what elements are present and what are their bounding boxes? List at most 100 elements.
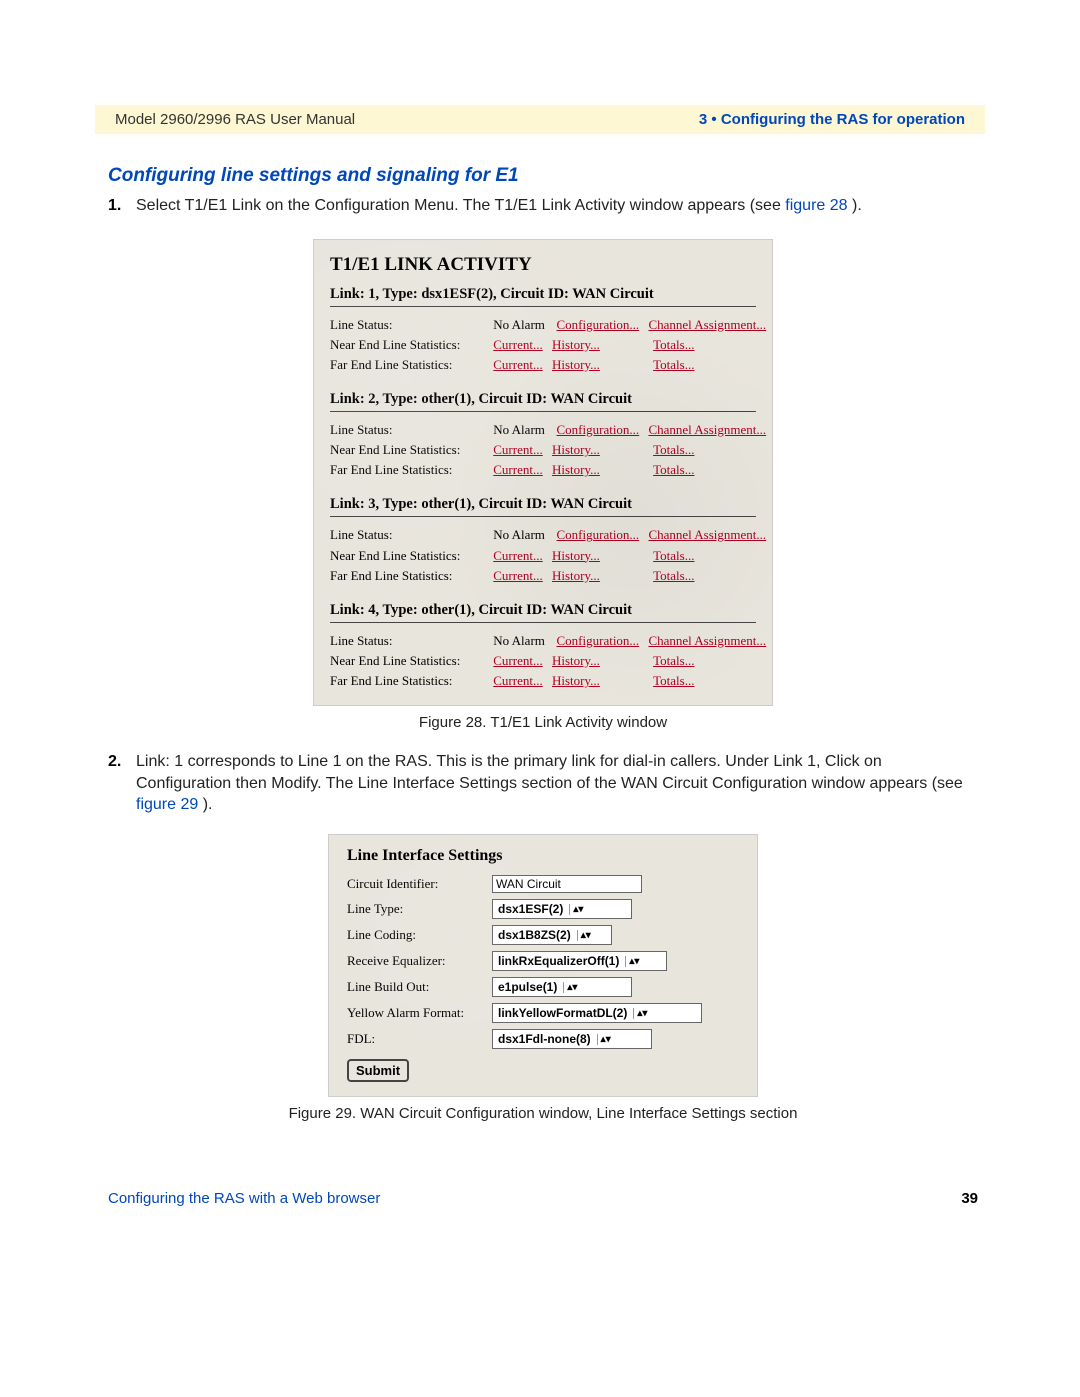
near-end-row: Near End Line Statistics: Current... His… <box>330 335 756 355</box>
current-link[interactable]: Current... <box>493 440 542 460</box>
line-coding-select[interactable]: dsx1B8ZS(2) ▴▾ <box>492 925 612 945</box>
near-end-row: Near End Line Statistics: Current... His… <box>330 546 756 566</box>
figure-29-caption: Figure 29. WAN Circuit Configuration win… <box>108 1105 978 1122</box>
totals-link[interactable]: Totals... <box>653 440 694 460</box>
configuration-link[interactable]: Configuration... <box>557 631 640 651</box>
link-4-block: Link: 4, Type: other(1), Circuit ID: WAN… <box>330 602 756 691</box>
line-build-out-select[interactable]: e1pulse(1) ▴▾ <box>492 977 632 997</box>
current-link[interactable]: Current... <box>493 355 542 375</box>
screen-title: Line Interface Settings <box>347 847 741 865</box>
receive-equalizer-select[interactable]: linkRxEqualizerOff(1) ▴▾ <box>492 951 667 971</box>
fdl-label: FDL: <box>347 1031 492 1047</box>
channel-assignment-link[interactable]: Channel Assignment... <box>648 315 766 335</box>
page-content: Configuring line settings and signaling … <box>108 165 978 1142</box>
current-link[interactable]: Current... <box>493 460 542 480</box>
history-link[interactable]: History... <box>552 546 600 566</box>
figure-29-link[interactable]: figure 29 <box>136 796 198 813</box>
receive-equalizer-row: Receive Equalizer: linkRxEqualizerOff(1)… <box>347 951 741 971</box>
channel-assignment-link[interactable]: Channel Assignment... <box>648 631 766 651</box>
history-link[interactable]: History... <box>552 651 600 671</box>
figure-28-link[interactable]: figure 28 <box>785 197 847 214</box>
current-link[interactable]: Current... <box>493 566 542 586</box>
totals-link[interactable]: Totals... <box>653 460 694 480</box>
totals-link[interactable]: Totals... <box>653 546 694 566</box>
totals-link[interactable]: Totals... <box>653 651 694 671</box>
totals-link[interactable]: Totals... <box>653 355 694 375</box>
far-end-row: Far End Line Statistics: Current... Hist… <box>330 460 756 480</box>
circuit-identifier-input[interactable] <box>492 875 642 893</box>
updown-icon: ▴▾ <box>577 930 589 941</box>
line-status-row: Line Status: No Alarm Configuration... C… <box>330 525 756 545</box>
step-number: 1. <box>108 195 136 217</box>
link-1-block: Link: 1, Type: dsx1ESF(2), Circuit ID: W… <box>330 286 756 375</box>
history-link[interactable]: History... <box>552 335 600 355</box>
current-link[interactable]: Current... <box>493 546 542 566</box>
fdl-row: FDL: dsx1Fdl-none(8) ▴▾ <box>347 1029 741 1049</box>
far-end-label: Far End Line Statistics: <box>330 671 490 691</box>
page-number: 39 <box>961 1190 978 1207</box>
t: Select <box>136 197 185 214</box>
totals-link[interactable]: Totals... <box>653 566 694 586</box>
line-status-value: No Alarm <box>493 315 553 335</box>
t: Link: 1 corresponds to Line 1 on the RAS… <box>136 753 882 770</box>
fdl-select[interactable]: dsx1Fdl-none(8) ▴▾ <box>492 1029 652 1049</box>
history-link[interactable]: History... <box>552 440 600 460</box>
far-end-row: Far End Line Statistics: Current... Hist… <box>330 566 756 586</box>
step-1: 1. Select T1/E1 Link on the Configuratio… <box>108 195 978 217</box>
submit-button[interactable]: Submit <box>347 1059 409 1082</box>
page-footer: Configuring the RAS with a Web browser 3… <box>108 1190 978 1207</box>
line-status-label: Line Status: <box>330 315 490 335</box>
link-1-heading: Link: 1, Type: dsx1ESF(2), Circuit ID: W… <box>330 286 756 307</box>
yellow-alarm-select[interactable]: linkYellowFormatDL(2) ▴▾ <box>492 1003 702 1023</box>
screenshot-t1e1-activity: T1/E1 LINK ACTIVITY Link: 1, Type: dsx1E… <box>313 239 773 707</box>
ui-term: Modify. <box>271 775 326 792</box>
history-link[interactable]: History... <box>552 355 600 375</box>
line-build-out-label: Line Build Out: <box>347 979 492 995</box>
line-type-label: Line Type: <box>347 901 492 917</box>
near-end-label: Near End Line Statistics: <box>330 440 490 460</box>
circuit-identifier-label: Circuit Identifier: <box>347 876 492 892</box>
page-header: Model 2960/2996 RAS User Manual 3 • Conf… <box>95 105 985 134</box>
screen-title: T1/E1 LINK ACTIVITY <box>330 254 756 276</box>
line-build-out-row: Line Build Out: e1pulse(1) ▴▾ <box>347 977 741 997</box>
updown-icon: ▴▾ <box>597 1034 609 1045</box>
configuration-link[interactable]: Configuration... <box>557 525 640 545</box>
totals-link[interactable]: Totals... <box>653 671 694 691</box>
t: ). <box>203 796 213 813</box>
footer-section-title: Configuring the RAS with a Web browser <box>108 1190 380 1207</box>
link-4-heading: Link: 4, Type: other(1), Circuit ID: WAN… <box>330 602 756 623</box>
far-end-row: Far End Line Statistics: Current... Hist… <box>330 671 756 691</box>
near-end-row: Near End Line Statistics: Current... His… <box>330 651 756 671</box>
select-value: e1pulse(1) <box>498 980 557 994</box>
select-value: linkYellowFormatDL(2) <box>498 1006 627 1020</box>
circuit-identifier-row: Circuit Identifier: <box>347 875 741 893</box>
select-value: dsx1B8ZS(2) <box>498 928 571 942</box>
line-status-label: Line Status: <box>330 631 490 651</box>
history-link[interactable]: History... <box>552 566 600 586</box>
history-link[interactable]: History... <box>552 671 600 691</box>
line-status-value: No Alarm <box>493 420 553 440</box>
select-value: dsx1ESF(2) <box>498 902 563 916</box>
current-link[interactable]: Current... <box>493 651 542 671</box>
line-status-label: Line Status: <box>330 420 490 440</box>
t: then <box>236 775 272 792</box>
step-number: 2. <box>108 751 136 816</box>
line-status-label: Line Status: <box>330 525 490 545</box>
line-status-row: Line Status: No Alarm Configuration... C… <box>330 315 756 335</box>
totals-link[interactable]: Totals... <box>653 335 694 355</box>
configuration-link[interactable]: Configuration... <box>557 315 640 335</box>
history-link[interactable]: History... <box>552 460 600 480</box>
current-link[interactable]: Current... <box>493 335 542 355</box>
updown-icon: ▴▾ <box>563 982 575 993</box>
figure-28-caption: Figure 28. T1/E1 Link Activity window <box>108 714 978 731</box>
ui-term: Configuration <box>136 775 236 792</box>
channel-assignment-link[interactable]: Channel Assignment... <box>648 525 766 545</box>
configuration-link[interactable]: Configuration... <box>557 420 640 440</box>
far-end-label: Far End Line Statistics: <box>330 566 490 586</box>
current-link[interactable]: Current... <box>493 671 542 691</box>
t: The Line Interface Settings section of t… <box>326 775 963 792</box>
line-type-select[interactable]: dsx1ESF(2) ▴▾ <box>492 899 632 919</box>
select-value: dsx1Fdl-none(8) <box>498 1032 591 1046</box>
channel-assignment-link[interactable]: Channel Assignment... <box>648 420 766 440</box>
link-2-block: Link: 2, Type: other(1), Circuit ID: WAN… <box>330 391 756 480</box>
